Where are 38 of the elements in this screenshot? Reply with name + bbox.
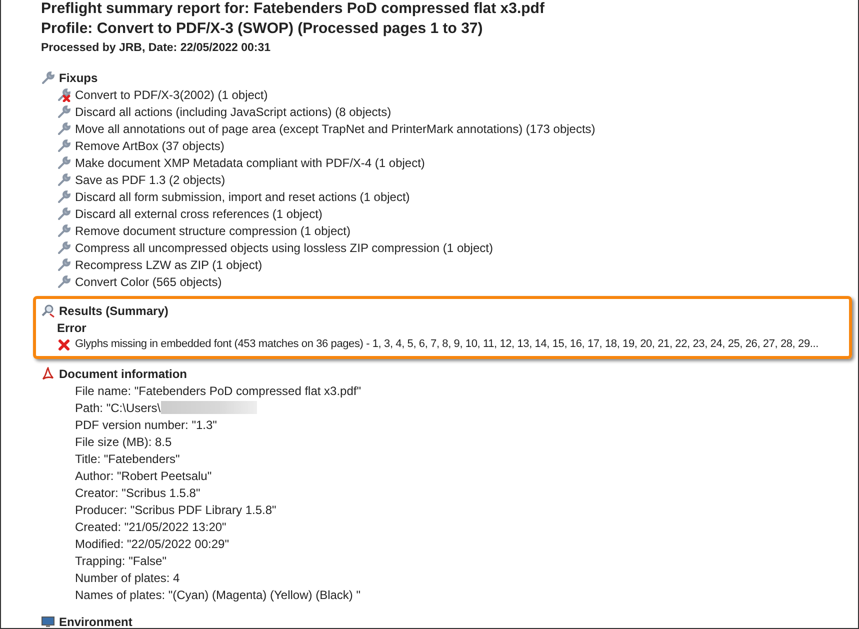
profile-heading: Profile: Convert to PDF/X-3 (SWOP) (Processed pages 1 to 37) [41,19,484,39]
document-field: Modified: "22/05/2022 00:29" [75,534,229,552]
fixup-item: Convert Color (565 objects) [75,274,222,290]
document-field: Author: "Robert Peetsalu" [75,466,212,484]
fixup-item: Remove document structure compression (1 object) [75,222,350,240]
section-heading: Environment [59,614,132,629]
severity-label: Error [56,320,88,336]
document-field: Created: "21/05/2022 13:20" [75,518,226,536]
magnifier-icon [41,304,55,318]
fixup-item: Discard all external cross references (1 object) [75,206,322,222]
section-heading: Results (Summary) [59,302,168,320]
wrench-icon [41,70,55,84]
document-field: Producer: "Scribus PDF Library 1.5.8" [75,500,276,518]
fixup-item: Convert to PDF/X-3(2002) (1 object) [75,86,268,104]
fixup-item: Save as PDF 1.3 (2 objects) [75,172,226,188]
fixup-item: Discard all actions (including JavaScript actions) (8 objects) [75,104,392,120]
section-heading: Fixups [59,70,98,86]
document-field: Names of plates: "(Cyan) (Magenta) (Yellow) (Black) " [75,586,361,604]
document-field: Title: "Fatebenders" [75,450,180,468]
document-field: Path: "C:\Users\ [75,398,161,416]
fixup-item: Move all annotations out of page area (except TrapNet and PrinterMark annotations) (173 objects) [75,120,596,138]
error-icon [57,338,71,352]
document-field: Creator: "Scribus 1.5.8" [75,484,200,502]
document-field: PDF version number: "1.3" [75,416,217,434]
result-item: Glyphs missing in embedded font (453 matches on 36 pages) - 1, 3, 4, 5, 6, 7, 8, 9, 10, 11, 12, 13, 14, 15, 16, 17, 18, 19, 20, 21, 22, 23, 24, 25, 26, 27, 28, 29... [75,337,818,352]
fixup-item: Remove ArtBox (37 objects) [75,138,224,154]
fixup-item: Discard all form submission, import and reset actions (1 object) [75,188,410,206]
fixup-item: Recompress LZW as ZIP (1 object) [75,256,262,274]
section-heading: Document information [59,366,187,382]
document-field: File name: "Fatebenders PoD compressed flat x3.pdf" [75,382,361,400]
document-field: Trapping: "False" [75,552,166,570]
fixup-item: Make document XMP Metadata compliant with PDF/X-4 (1 object) [75,154,425,172]
document-field: File size (MB): 8.5 [75,432,172,450]
document-field: Number of plates: 4 [75,568,180,586]
fixup-item: Compress all uncompressed objects using lossless ZIP compression (1 object) [75,240,493,256]
processed-by-text: Processed by JRB, Date: 22/05/2022 00:31 [41,41,272,56]
monitor-icon [41,614,55,628]
report-title: Preflight summary report for: Fatebenders PoD compressed flat x3.pdf [41,0,546,18]
